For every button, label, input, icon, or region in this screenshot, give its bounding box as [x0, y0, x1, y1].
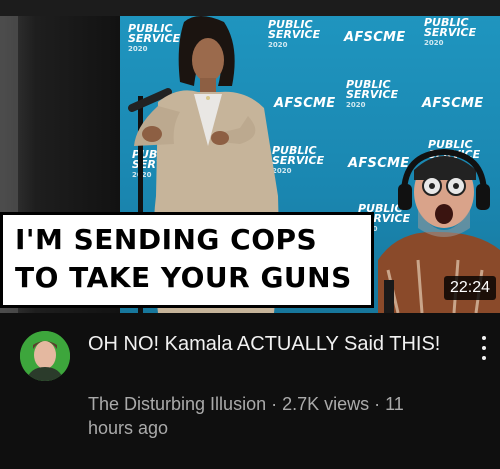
- channel-avatar[interactable]: [20, 331, 70, 381]
- thumbnail-caption: I'M SENDING COPS TO TAKE YOUR GUNS: [0, 212, 374, 308]
- afscme-logo: AFSCME: [344, 30, 406, 45]
- more-vert-icon[interactable]: [474, 334, 494, 364]
- afscme-logo: AFSCME: [422, 96, 484, 111]
- video-meta: The Disturbing Illusion · 2.7K views · 1…: [88, 394, 404, 438]
- duration-badge: 22:24: [443, 276, 496, 300]
- video-title[interactable]: OH NO! Kamala ACTUALLY Said THIS!: [88, 330, 448, 358]
- thumbnail-top-border: [0, 0, 500, 16]
- caption-line-1: I'M SENDING COPS: [15, 223, 318, 256]
- public-service-logo: PUBLICSERVICE2020: [346, 78, 399, 109]
- channel-avatar-image: [20, 331, 70, 381]
- caption-line-2: TO TAKE YOUR GUNS: [15, 261, 352, 294]
- video-thumbnail[interactable]: PUBLIC SERVICE 2020 PUBLIC SERVICE 2020 AFSC…: [0, 0, 500, 313]
- public-service-logo: PUBLICSERVICE2020: [424, 16, 477, 47]
